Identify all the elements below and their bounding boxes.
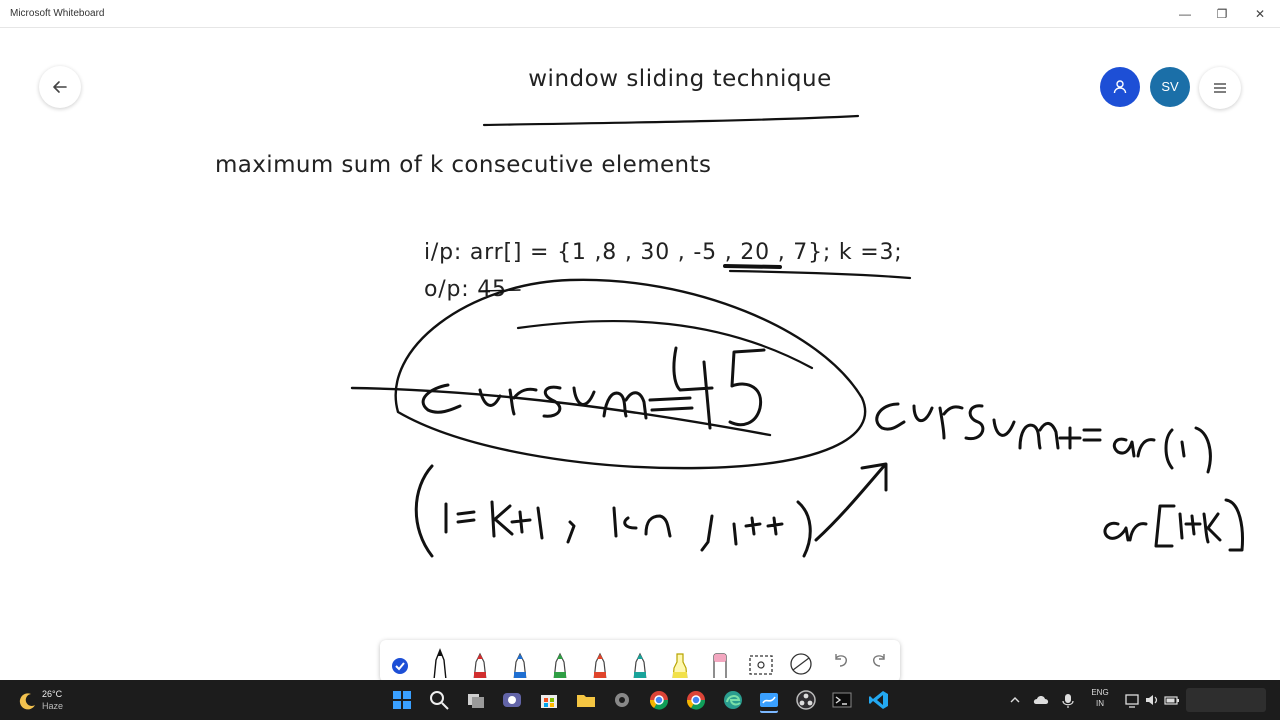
region-indicator[interactable]: IN (1088, 699, 1112, 708)
settings-icon[interactable] (611, 689, 633, 711)
microphone-icon[interactable] (1060, 689, 1076, 711)
arc-line-stroke (516, 319, 814, 370)
undo-icon[interactable] (826, 646, 856, 678)
vscode-icon[interactable] (868, 689, 890, 711)
clock-area[interactable] (1186, 688, 1266, 712)
red-pen-icon[interactable] (586, 646, 616, 678)
close-button[interactable]: ✕ (1250, 5, 1270, 23)
title-underline-stroke (482, 114, 860, 127)
weather-temp: 26°C (42, 689, 63, 699)
equals-stroke (648, 396, 694, 412)
redo-icon[interactable] (864, 646, 894, 678)
whiteboard-icon[interactable] (758, 689, 780, 711)
highlighter-icon[interactable] (666, 646, 696, 678)
terminal-icon[interactable] (831, 689, 853, 711)
digit-five-stroke (728, 348, 766, 427)
lasso-icon[interactable] (746, 646, 776, 678)
language-indicator[interactable]: ENG (1088, 688, 1112, 697)
for-loop-stroke (414, 464, 812, 558)
explorer-icon[interactable] (575, 689, 597, 711)
chevron-up-icon[interactable] (1008, 689, 1022, 711)
chrome-icon[interactable] (685, 689, 707, 711)
ink-layer[interactable] (0, 28, 1280, 680)
start-icon[interactable] (391, 689, 413, 711)
minimize-button[interactable]: — (1175, 5, 1195, 23)
pen-toolbar (380, 640, 900, 682)
touch-draw-icon[interactable] (388, 646, 418, 678)
weather-condition: Haze (42, 701, 64, 711)
green-pen-icon[interactable] (546, 646, 576, 678)
output-strike-stroke (479, 289, 521, 292)
restore-button[interactable]: ❐ (1212, 5, 1232, 23)
ruler-icon[interactable] (786, 646, 816, 678)
blue-pen-icon[interactable] (506, 646, 536, 678)
arr-i-plus-k-stroke (1103, 498, 1244, 552)
task-view-icon[interactable] (465, 689, 487, 711)
subarray-underline-stroke-2 (728, 269, 912, 280)
black-pen-icon[interactable] (426, 646, 456, 678)
arrow-stroke (814, 462, 888, 542)
obs-icon[interactable] (795, 689, 817, 711)
edge-icon[interactable] (722, 689, 744, 711)
teal-pen-icon[interactable] (626, 646, 656, 678)
store-icon[interactable] (538, 689, 560, 711)
search-icon[interactable] (428, 689, 450, 711)
cloud-icon[interactable] (1032, 689, 1050, 711)
window-title: Microsoft Whiteboard (10, 8, 105, 19)
moon-icon (19, 693, 35, 710)
subarray-underline-stroke (723, 264, 782, 269)
speaker-icon[interactable] (1144, 689, 1160, 711)
taskbar: 26°C Haze ENG IN (0, 680, 1280, 720)
teams-icon[interactable] (501, 689, 523, 711)
red-pen-icon[interactable] (466, 646, 496, 678)
window-titlebar: Microsoft Whiteboard — ❐ ✕ (0, 0, 1280, 28)
cursum-handwriting-stroke (421, 383, 648, 420)
ellipse-stroke (394, 278, 867, 470)
whiteboard-canvas[interactable]: window sliding technique SV maximum sum … (0, 28, 1280, 682)
chrome-icon[interactable] (648, 689, 670, 711)
cursum-plus-equals-stroke (875, 402, 1212, 474)
battery-icon[interactable] (1164, 689, 1180, 711)
monitor-icon[interactable] (1124, 689, 1140, 711)
digit-four-stroke (672, 346, 714, 430)
weather-widget[interactable]: 26°C Haze (14, 688, 84, 714)
eraser-icon[interactable] (706, 646, 736, 678)
